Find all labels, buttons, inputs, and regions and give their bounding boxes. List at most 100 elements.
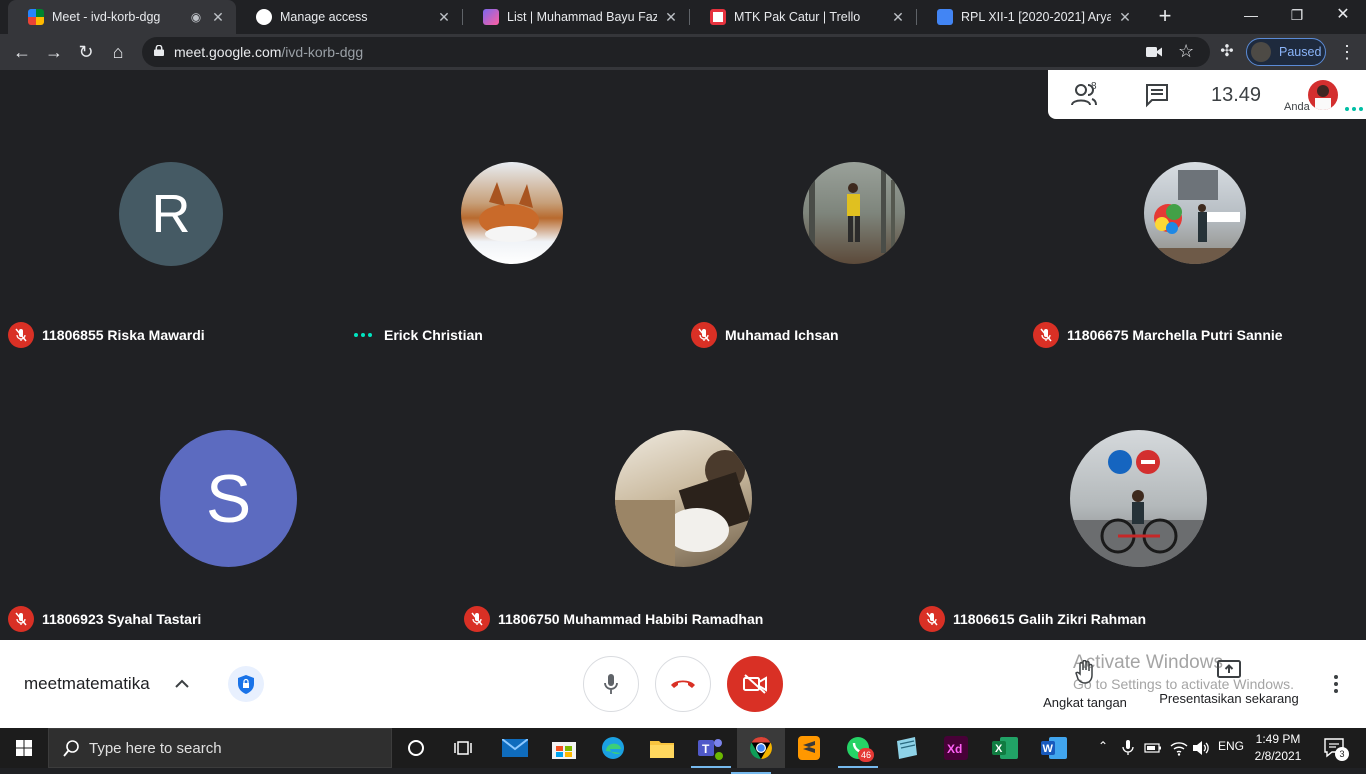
mic-off-icon — [8, 606, 34, 632]
task-view-icon[interactable] — [450, 734, 478, 762]
google-meet-icon — [28, 9, 44, 25]
close-window-button[interactable]: ✕ — [1320, 0, 1366, 32]
bookmark-star-icon[interactable]: ☆ — [1178, 41, 1194, 62]
close-tab-icon[interactable]: ✕ — [436, 9, 452, 26]
participant-label: 11806750 Muhammad Habibi Ramadhan — [464, 606, 763, 632]
tab-meet[interactable]: Meet - ivd-korb-dgg ◉ ✕ — [8, 0, 236, 34]
sublime-text-icon[interactable] — [795, 734, 823, 762]
participant-photo-bike — [1070, 430, 1207, 567]
windows-logo-icon — [16, 740, 32, 756]
microsoft-store-icon[interactable] — [550, 734, 578, 762]
participant-name: 11806855 Riska Mawardi — [42, 327, 205, 343]
participant-count: 8 — [1091, 81, 1097, 92]
chat-icon[interactable] — [1144, 82, 1170, 108]
search-icon — [63, 740, 79, 757]
chrome-taskbar-icon[interactable] — [731, 728, 785, 774]
participant-label: Erick Christian — [350, 322, 483, 348]
microphone-button[interactable] — [583, 656, 639, 712]
tab-manage-access[interactable]: Manage access ✕ — [236, 0, 462, 34]
input-language[interactable]: ENG — [1218, 739, 1244, 753]
tab-title: RPL XII-1 [2020-2021] Arya Adi — [961, 10, 1111, 24]
teams-icon[interactable]: T — [691, 734, 731, 768]
mail-icon[interactable] — [501, 734, 529, 762]
participant-name: 11806750 Muhammad Habibi Ramadhan — [498, 611, 764, 627]
battery-icon[interactable] — [1144, 741, 1162, 755]
url-text: meet.google.com/ivd-korb-dgg — [174, 44, 363, 60]
raise-hand-button[interactable]: Angkat tangan — [1040, 659, 1130, 710]
word-icon[interactable]: W — [1040, 734, 1068, 762]
participant-label: 11806855 Riska Mawardi — [8, 322, 205, 348]
participant-photo-forest — [803, 162, 905, 264]
adobe-xd-icon[interactable]: Xd — [942, 734, 970, 762]
profile-status: Paused — [1279, 45, 1322, 59]
tray-microphone-icon[interactable] — [1122, 740, 1134, 756]
tab-list[interactable]: List | Muhammad Bayu Fazri Fir ✕ — [463, 0, 689, 34]
camera-in-use-icon[interactable] — [1146, 46, 1162, 58]
camera-button[interactable] — [727, 656, 783, 712]
reload-button[interactable]: ↻ — [73, 39, 99, 65]
present-now-button[interactable]: Presentasikan sekarang — [1156, 660, 1302, 706]
profile-button[interactable]: Paused — [1246, 38, 1326, 66]
self-avatar[interactable] — [1308, 80, 1338, 110]
taskbar-search[interactable]: Type here to search — [48, 728, 392, 768]
back-button[interactable]: ← — [9, 39, 35, 65]
whatsapp-icon[interactable]: 46 — [838, 734, 878, 768]
tab-classroom[interactable]: RPL XII-1 [2020-2021] Arya Adi ✕ — [917, 0, 1143, 34]
participant-label: 11806675 Marchella Putri Sannie — [1033, 322, 1283, 348]
close-tab-icon[interactable]: ✕ — [210, 9, 226, 26]
new-tab-button[interactable]: + — [1154, 4, 1176, 30]
tray-overflow-chevron-icon[interactable]: ⌃ — [1098, 739, 1108, 753]
chrome-menu-icon[interactable]: ⋮ — [1334, 39, 1360, 65]
address-bar[interactable]: meet.google.com/ivd-korb-dgg ☆ — [142, 37, 1210, 67]
chevron-up-icon[interactable] — [172, 674, 192, 694]
mic-off-icon — [919, 606, 945, 632]
url-host: meet.google.com — [174, 44, 282, 60]
meeting-name: meetmatematika — [24, 674, 150, 693]
participant-name: Muhamad Ichsan — [725, 327, 839, 343]
tab-trello[interactable]: MTK Pak Catur | Trello ✕ — [690, 0, 916, 34]
mic-off-icon — [1033, 322, 1059, 348]
home-button[interactable]: ⌂ — [105, 39, 131, 65]
close-tab-icon[interactable]: ✕ — [663, 9, 679, 26]
file-explorer-icon[interactable] — [648, 734, 676, 762]
close-tab-icon[interactable]: ✕ — [1117, 9, 1133, 26]
tab-title: List | Muhammad Bayu Fazri Fir — [507, 10, 657, 24]
notes-app-icon[interactable] — [893, 734, 921, 762]
taskbar-clock[interactable]: 1:49 PM 2/8/2021 — [1250, 731, 1306, 765]
forward-button[interactable]: → — [41, 39, 67, 65]
self-speaking-indicator-icon — [1345, 107, 1363, 111]
present-screen-icon — [1217, 660, 1241, 678]
raise-hand-icon — [1075, 659, 1093, 684]
browser-tab-strip: Meet - ivd-korb-dgg ◉ ✕ Manage access ✕ … — [0, 0, 1366, 34]
close-tab-icon[interactable]: ✕ — [890, 9, 906, 26]
camera-off-icon — [743, 674, 767, 694]
minimize-button[interactable]: — — [1228, 0, 1274, 32]
restore-button[interactable]: ❐ — [1274, 0, 1320, 32]
edge-icon[interactable] — [599, 734, 627, 762]
tab-title: MTK Pak Catur | Trello — [734, 10, 861, 24]
participant-name: 11806615 Galih Zikri Rahman — [953, 611, 1146, 627]
url-path: /ivd-korb-dgg — [281, 44, 364, 60]
svg-text:T: T — [702, 742, 710, 756]
wifi-icon[interactable] — [1170, 740, 1188, 756]
svg-text:Xd: Xd — [947, 742, 962, 756]
clock-time: 1:49 PM — [1255, 732, 1301, 746]
security-button[interactable] — [228, 666, 264, 702]
svg-text:X: X — [995, 743, 1003, 755]
action-center-button[interactable]: 3 — [1316, 736, 1356, 762]
self-label: Anda — [1284, 101, 1310, 113]
hang-up-icon — [671, 680, 695, 688]
start-button[interactable] — [0, 728, 48, 768]
excel-icon[interactable]: X — [991, 734, 1019, 762]
present-now-label: Presentasikan sekarang — [1159, 691, 1299, 706]
volume-icon[interactable] — [1192, 740, 1210, 756]
shield-lock-icon — [238, 674, 254, 694]
cortana-icon[interactable] — [402, 734, 430, 762]
trello-icon — [710, 9, 726, 25]
leave-call-button[interactable] — [655, 656, 711, 712]
github-icon — [256, 9, 272, 25]
notification-count: 3 — [1335, 747, 1349, 761]
extensions-puzzle-icon[interactable]: ✣ — [1214, 39, 1240, 65]
more-options-icon[interactable] — [1326, 672, 1346, 696]
participant-label: Muhamad Ichsan — [691, 322, 839, 348]
